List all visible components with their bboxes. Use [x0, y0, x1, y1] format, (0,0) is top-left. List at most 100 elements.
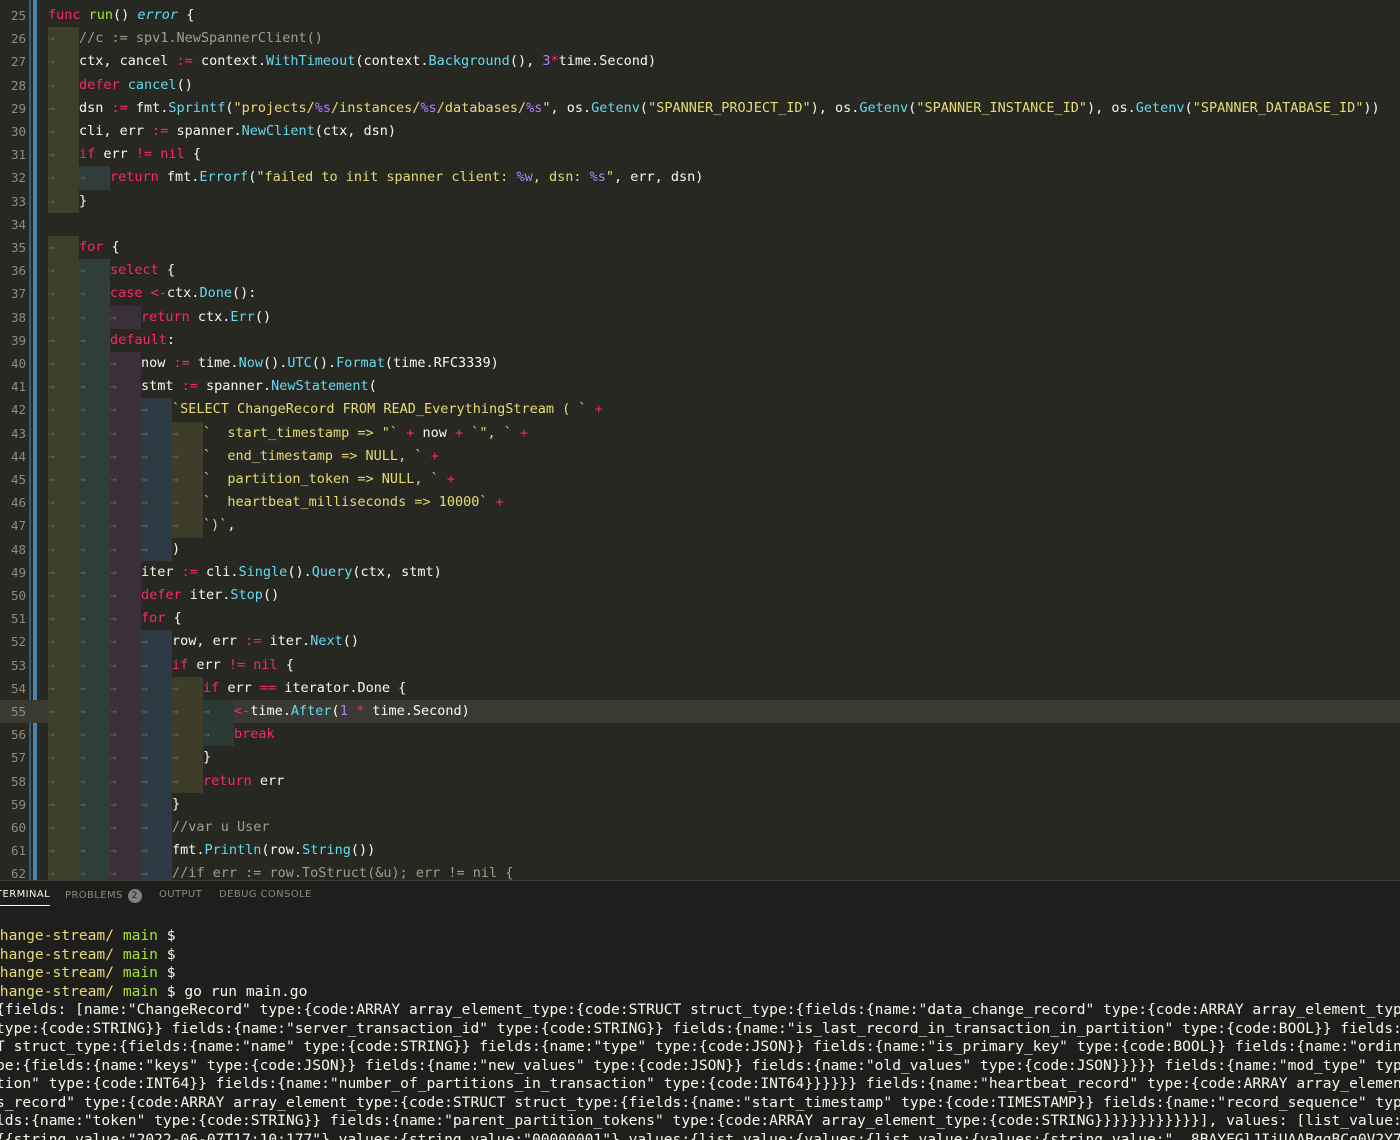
- code-token: ` end_timestamp => NULL, `: [203, 447, 431, 464]
- code-line[interactable]: 32 → → return fmt.Errorf("failed to init sp…: [0, 166, 1400, 190]
- indent-guide: →: [48, 143, 79, 167]
- code-token: //var u User: [172, 819, 270, 835]
- code-token: return: [141, 308, 190, 325]
- code-text: → → → now := time.Now().UTC().Format(time.R…: [48, 352, 499, 376]
- code-line[interactable]: 49 → → → iter := cli.Single().Query(ctx, stm…: [0, 560, 1400, 584]
- code-line[interactable]: 54 → → → → → if err == iterator.Done {: [0, 676, 1400, 700]
- code-token: :=: [176, 53, 193, 70]
- code-line[interactable]: 34: [0, 213, 1400, 236]
- indent-guide: →: [79, 514, 110, 538]
- code-token: :=: [245, 633, 262, 650]
- line-number: 41: [10, 379, 26, 395]
- code-token: (): [176, 76, 193, 93]
- code-token: %s: [420, 99, 437, 116]
- prompt-command: go run main.go: [175, 982, 308, 1000]
- code-text: → → select {: [48, 259, 175, 283]
- code-line[interactable]: 28 → defer cancel(): [0, 73, 1400, 97]
- indent-guide: →: [48, 352, 79, 376]
- code-line[interactable]: 52 → → → → row, err := iter.Next(): [0, 630, 1400, 654]
- code-line[interactable]: 31 → if err != nil {: [0, 143, 1400, 167]
- line-number: 34: [10, 216, 26, 232]
- indent-guide: →: [141, 769, 172, 793]
- code-token: `SELECT ChangeRecord FROM READ_Everythin…: [172, 401, 595, 418]
- tab-debug-console[interactable]: DEBUG CONSOLE: [219, 889, 312, 900]
- code-line[interactable]: 61 → → → → fmt.Println(row.String()): [0, 839, 1400, 863]
- code-line[interactable]: 26 →//c := spv1.NewSpannerClient(): [0, 27, 1400, 51]
- code-text: → → → → → return err: [48, 769, 284, 793]
- code-token: (context.: [355, 53, 429, 70]
- code-line[interactable]: 57 → → → → →}: [0, 746, 1400, 770]
- line-number: 50: [10, 588, 26, 603]
- code-text: → → → → → ` heartbeat_milliseconds => 10000` …: [48, 491, 504, 515]
- code-token: {: [178, 7, 195, 23]
- code-line[interactable]: 41 → → → stmt := spanner.NewStatement(: [0, 375, 1400, 399]
- indent-guide: →: [110, 653, 141, 677]
- indent-guide: →: [79, 769, 110, 793]
- code-token: iter.: [261, 633, 311, 650]
- indent-guide: →: [79, 653, 110, 677]
- indent-guide: →: [172, 421, 203, 445]
- code-line[interactable]: 33 →}: [0, 189, 1400, 213]
- code-text: → → → → if err != nil {: [48, 653, 294, 677]
- code-line[interactable]: 62 → → → →//if err := row.ToStruct(&u); err …: [0, 862, 1400, 880]
- code-line[interactable]: 39 → → default:: [0, 328, 1400, 352]
- code-line[interactable]: 42 → → → → `SELECT ChangeRecord FROM READ_Eve…: [0, 398, 1400, 422]
- code-line[interactable]: 43 → → → → → ` start_timestamp => "` + now + `…: [0, 421, 1400, 445]
- prompt-dir: change-stream/: [0, 927, 115, 944]
- code-token: +: [454, 424, 464, 441]
- code-text: → for {: [48, 236, 120, 260]
- code-line[interactable]: 27 → ctx, cancel := context.WithTimeout(co…: [0, 50, 1400, 74]
- code-line[interactable]: 35 → for {: [0, 236, 1400, 260]
- indent-guide: →: [141, 444, 172, 468]
- code-line[interactable]: 51 → → → for {: [0, 607, 1400, 631]
- code-line[interactable]: 56 → → → → → → break: [0, 723, 1400, 747]
- code-line[interactable]: 55 → → → → → → <-time.After(1 * time.Second): [0, 700, 1400, 724]
- code-token: `)`: [203, 517, 228, 534]
- indent-guide: →: [203, 700, 234, 724]
- tab-output[interactable]: OUTPUT: [159, 889, 202, 900]
- indent-guide: →: [79, 352, 110, 376]
- code-line[interactable]: 30 → cli, err := spanner.NewClient(ctx, ds…: [0, 120, 1400, 144]
- terminal-output-line: pe:{fields:{name:"keys" type:{code:JSON}…: [0, 1056, 1400, 1074]
- code-token: :=: [152, 123, 169, 139]
- code-token: {: [184, 146, 201, 163]
- code-text: → → → → → ` start_timestamp => "` + now + `",…: [48, 421, 528, 445]
- code-editor[interactable]: 25 func run() error {26 →//c := spv1.NewSp…: [0, 0, 1400, 880]
- prompt-symbol: $: [166, 964, 176, 981]
- line-number: 47: [10, 518, 26, 534]
- code-token: fmt.: [172, 842, 205, 859]
- code-line[interactable]: 53 → → → → if err != nil {: [0, 653, 1400, 677]
- code-line[interactable]: 40 → → → now := time.Now().UTC().Format(time…: [0, 352, 1400, 376]
- indent-guide: →: [48, 839, 79, 863]
- indent-guide: →: [141, 676, 172, 700]
- indent-guide: →: [48, 769, 79, 793]
- code-line[interactable]: 29 → dsn := fmt.Sprintf("projects/%s/insta…: [0, 96, 1400, 120]
- tab-problems[interactable]: PROBLEMS 2: [65, 889, 142, 903]
- code-line[interactable]: 50 → → → defer iter.Stop(): [0, 584, 1400, 608]
- code-line[interactable]: 58 → → → → → return err: [0, 769, 1400, 793]
- code-line[interactable]: 60 → → → →//var u User: [0, 816, 1400, 840]
- code-line[interactable]: 38 → → → return ctx.Err(): [0, 305, 1400, 329]
- code-line[interactable]: 59 → → → →}: [0, 792, 1400, 816]
- prompt-branch: main: [122, 927, 158, 944]
- tab-terminal[interactable]: TERMINAL: [0, 889, 51, 906]
- code-line[interactable]: 37 → → case <-ctx.Done():: [0, 282, 1400, 306]
- indent-guide: →: [48, 514, 79, 538]
- code-token: case: [110, 285, 143, 302]
- code-line[interactable]: 46 → → → → → ` heartbeat_milliseconds => 10000…: [0, 491, 1400, 515]
- code-text: func run() error {: [48, 4, 194, 27]
- code-line[interactable]: 47 → → → → → `)`,: [0, 514, 1400, 538]
- code-line[interactable]: 36 → → select {: [0, 259, 1400, 283]
- code-line[interactable]: 25 func run() error {: [0, 4, 1400, 27]
- code-text: → defer cancel(): [48, 73, 193, 97]
- code-line[interactable]: 48 → → → →): [0, 537, 1400, 561]
- terminal-panel[interactable]: change-stream/ main $ change-stream/ mai…: [0, 911, 1400, 1140]
- code-line[interactable]: 45 → → → → → ` partition_token => NULL, ` +: [0, 468, 1400, 492]
- code-token: spanner.: [168, 123, 242, 139]
- code-token: *: [550, 53, 559, 70]
- code-line[interactable]: 44 → → → → → ` end_timestamp => NULL, ` +: [0, 444, 1400, 468]
- indent-guide: →: [48, 27, 79, 51]
- code-token: stmt: [141, 378, 182, 395]
- code-text: → if err != nil {: [48, 143, 201, 167]
- code-token: Now: [238, 355, 263, 371]
